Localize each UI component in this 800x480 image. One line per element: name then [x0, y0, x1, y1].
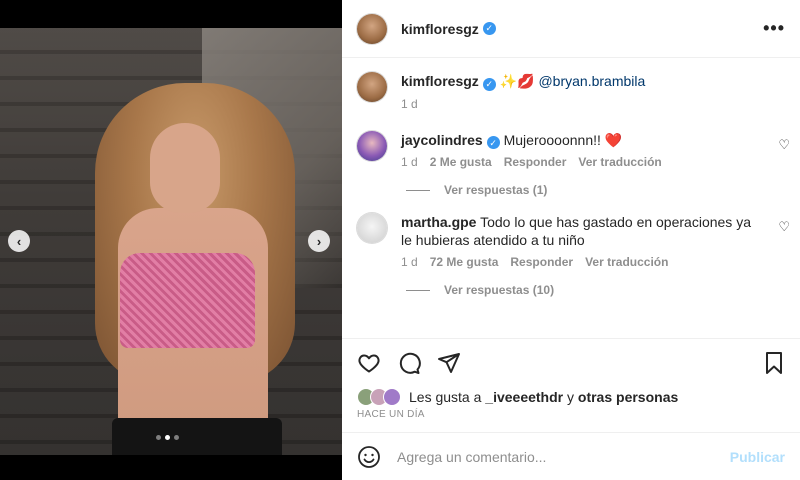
share-paper-plane-icon[interactable]	[437, 351, 461, 375]
publish-button[interactable]: Publicar	[730, 449, 785, 465]
chevron-right-icon: ›	[316, 233, 322, 249]
previous-slide-button[interactable]: ‹	[8, 230, 30, 252]
kiss-emoji: 💋	[517, 73, 535, 89]
more-options-icon[interactable]: •••	[763, 18, 785, 39]
comment-time: 1 d	[401, 255, 418, 269]
post-timestamp[interactable]: HACE UN DÍA	[357, 409, 785, 420]
view-replies-button[interactable]: Ver respuestas (1)	[406, 183, 800, 197]
caption: kimfloresgz ✓ ✨💋 @bryan.brambila 1 d	[342, 58, 800, 111]
sparkles-emoji: ✨	[499, 73, 518, 89]
liker-username-link[interactable]: _iveeeethdr	[485, 389, 563, 405]
comment-time: 1 d	[401, 155, 418, 169]
carousel-dot-active	[165, 435, 170, 440]
verified-badge-icon: ✓	[482, 22, 496, 35]
caption-username[interactable]: kimfloresgz	[401, 73, 479, 89]
verified-badge-icon: ✓	[486, 136, 500, 149]
post-header: kimfloresgz ✓ •••	[342, 0, 800, 58]
instagram-post-modal: ‹ › kimfloresgz ✓ ••• kimfloresgz ✓ ✨💋 @…	[0, 0, 800, 480]
commenter-username[interactable]: martha.gpe	[401, 214, 476, 230]
post-actions: Les gusta a _iveeeethdr y otras personas…	[342, 338, 800, 420]
translate-button[interactable]: Ver traducción	[585, 255, 668, 269]
like-comment-heart-icon[interactable]: ♡	[778, 137, 790, 153]
verified-badge-icon: ✓	[482, 77, 496, 91]
save-bookmark-icon[interactable]	[763, 351, 785, 375]
add-comment-bar: Publicar	[342, 432, 800, 480]
like-comment-heart-icon[interactable]: ♡	[778, 219, 790, 235]
chevron-left-icon: ‹	[16, 233, 22, 249]
comment-likes-link[interactable]: 2 Me gusta	[430, 155, 492, 169]
commenter-avatar[interactable]	[357, 213, 387, 243]
comment: jaycolindres ✓ Mujeroooonnn!! ❤️ 1 d 2 Me…	[342, 130, 800, 169]
author-avatar[interactable]	[357, 13, 387, 44]
post-side-panel: kimfloresgz ✓ ••• kimfloresgz ✓ ✨💋 @bryan…	[342, 0, 800, 480]
likes-summary: Les gusta a _iveeeethdr y otras personas	[357, 388, 785, 406]
commenter-avatar[interactable]	[357, 130, 387, 161]
caption-time: 1 d	[401, 96, 418, 111]
translate-button[interactable]: Ver traducción	[578, 155, 661, 169]
carousel-dot	[156, 435, 161, 440]
other-likers-link[interactable]: otras personas	[578, 389, 678, 405]
media-pane: ‹ ›	[0, 0, 342, 480]
reply-button[interactable]: Responder	[504, 155, 567, 169]
comment-text: Mujeroooonnn!! ❤️	[503, 131, 623, 148]
view-replies-label: Ver respuestas (1)	[444, 183, 548, 197]
next-slide-button[interactable]: ›	[308, 230, 330, 252]
caption-avatar[interactable]	[357, 72, 387, 102]
reply-button[interactable]: Responder	[510, 255, 573, 269]
author-username[interactable]: kimfloresgz	[401, 21, 479, 37]
like-heart-icon[interactable]	[357, 351, 381, 375]
post-photo[interactable]	[0, 28, 342, 455]
carousel-indicator	[156, 435, 179, 440]
comment-bubble-icon[interactable]	[397, 351, 421, 375]
comment-likes-link[interactable]: 72 Me gusta	[430, 255, 499, 269]
comment: martha.gpe Todo lo que has gastado en op…	[342, 213, 800, 269]
carousel-dot	[174, 435, 179, 440]
liker-avatars[interactable]	[357, 388, 401, 406]
emoji-smiley-icon[interactable]	[357, 445, 381, 469]
comments-list[interactable]: kimfloresgz ✓ ✨💋 @bryan.brambila 1 d jayc…	[342, 58, 800, 338]
commenter-username[interactable]: jaycolindres	[401, 132, 483, 148]
view-replies-button[interactable]: Ver respuestas (10)	[406, 283, 800, 297]
view-replies-label: Ver respuestas (10)	[444, 283, 555, 297]
comment-input[interactable]	[397, 448, 730, 465]
caption-mention-link[interactable]: @bryan.brambila	[538, 73, 645, 89]
